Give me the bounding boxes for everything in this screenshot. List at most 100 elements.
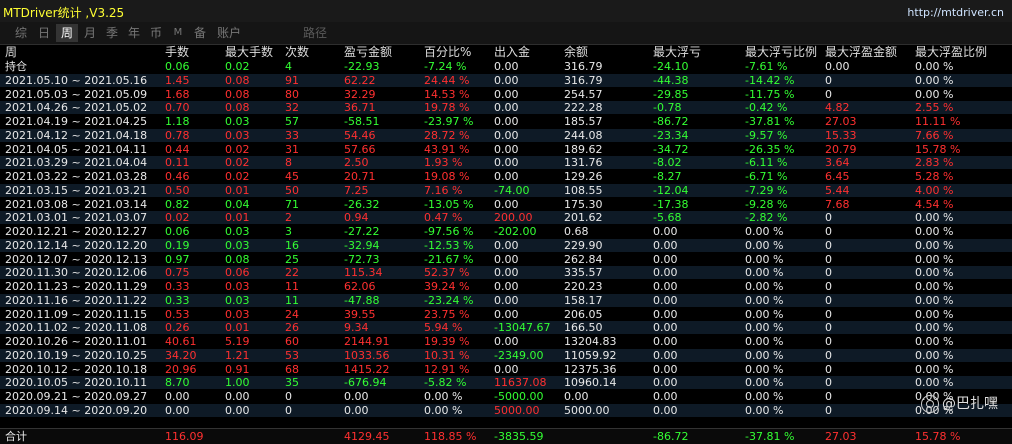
table-row[interactable]: 2020.11.23 ~ 2020.11.29 0.33 0.03 11 62.06 39… xyxy=(0,280,1012,293)
total-cell: 116.09 xyxy=(165,430,204,443)
table-cell: 0.33 xyxy=(165,280,190,293)
table-cell: 2.50 xyxy=(344,156,369,170)
table-row[interactable]: 2020.10.19 ~ 2020.10.25 34.20 1.21 53 1033.5… xyxy=(0,348,1012,362)
table-cell: 0.00 xyxy=(494,293,519,307)
table-row[interactable]: 2021.05.03 ~ 2021.05.09 1.68 0.08 80 32.29 14… xyxy=(0,88,1012,101)
table-row[interactable]: 2020.11.30 ~ 2020.12.06 0.75 0.06 22 115.34 5… xyxy=(0,266,1012,280)
table-cell: 229.90 xyxy=(564,238,603,252)
table-cell: 36.71 xyxy=(344,101,376,115)
table-cell: 0.00 % xyxy=(915,225,954,238)
table-row[interactable]: 2021.03.22 ~ 2021.03.28 0.46 0.02 45 20.71 19… xyxy=(0,170,1012,183)
row-period: 2021.03.15 ~ 2021.03.21 xyxy=(5,183,148,197)
table-cell: 0.47 % xyxy=(424,211,463,225)
col-header-deposit[interactable]: 出入金 xyxy=(494,46,530,59)
col-header-count[interactable]: 次数 xyxy=(285,46,309,59)
table-cell: 0.08 xyxy=(225,73,250,87)
tab-currency[interactable]: 币 xyxy=(145,24,167,42)
table-cell: 71 xyxy=(285,197,299,211)
table-cell: -5000.00 xyxy=(494,390,544,403)
col-header-week[interactable]: 周 xyxy=(5,46,17,59)
table-cell: -29.85 xyxy=(653,87,689,101)
tab-year[interactable]: 年 xyxy=(123,24,145,42)
row-period: 2020.11.23 ~ 2020.11.29 xyxy=(5,280,148,293)
row-period: 2020.10.12 ~ 2020.10.18 xyxy=(5,362,148,376)
table-row[interactable]: 持仓 0.06 0.02 4 -22.93 -7.24 % 0.00 316.79 -24.10… xyxy=(0,60,1012,73)
table-row[interactable]: 2021.03.15 ~ 2021.03.21 0.50 0.01 50 7.25 7.1… xyxy=(0,183,1012,197)
table-cell: -7.29 % xyxy=(745,183,788,197)
table-row[interactable]: 2021.05.10 ~ 2021.05.16 1.45 0.08 91 62.22 24… xyxy=(0,73,1012,87)
table-cell: 0.91 xyxy=(225,362,250,376)
table-cell: 7.66 % xyxy=(915,128,954,142)
col-header-balance[interactable]: 余额 xyxy=(564,46,588,59)
table-cell: 10960.14 xyxy=(564,376,617,390)
table-row[interactable]: 2021.04.12 ~ 2021.04.18 0.78 0.03 33 54.46 28… xyxy=(0,128,1012,142)
tab-month[interactable]: 月 xyxy=(79,24,101,42)
table-cell: 0.00 xyxy=(494,87,519,101)
table-row[interactable]: 2020.11.16 ~ 2020.11.22 0.33 0.03 11 -47.88 -… xyxy=(0,293,1012,307)
table-cell: 16 xyxy=(285,238,299,252)
table-row[interactable]: 2020.09.14 ~ 2020.09.20 0.00 0.00 0 0.00 0.00… xyxy=(0,403,1012,417)
total-cell: -86.72 xyxy=(653,430,689,443)
table-row[interactable]: 2021.04.05 ~ 2021.04.11 0.44 0.02 31 57.66 43… xyxy=(0,143,1012,156)
tab-magic[interactable]: M xyxy=(168,24,188,42)
col-header-max-floating-profit[interactable]: 最大浮盈金额 xyxy=(825,46,897,59)
total-cell: -3835.59 xyxy=(494,430,544,443)
tab-summary[interactable]: 综 xyxy=(10,24,32,42)
table-cell: -23.34 xyxy=(653,128,689,142)
table-row[interactable]: 2020.09.21 ~ 2020.09.27 0.00 0.00 0 0.00 0.00… xyxy=(0,390,1012,403)
table-cell: 0.50 xyxy=(165,183,190,197)
tab-week[interactable]: 周 xyxy=(56,24,78,42)
table-cell: 0.00 xyxy=(653,362,678,376)
tab-day[interactable]: 日 xyxy=(33,24,55,42)
col-header-max-floating-profit-ratio[interactable]: 最大浮盈比例 xyxy=(915,46,987,59)
table-cell: 0 xyxy=(285,403,292,417)
table-cell: 0.08 xyxy=(225,101,250,115)
table-cell: 189.62 xyxy=(564,142,603,156)
table-cell: 0 xyxy=(825,266,832,280)
col-header-pnl[interactable]: 盈亏金额 xyxy=(344,46,392,59)
table-cell: 0.02 xyxy=(225,142,250,156)
table-cell: 34.20 xyxy=(165,348,197,362)
table-cell: 1.18 xyxy=(165,115,190,128)
tab-note[interactable]: 备 xyxy=(189,24,211,42)
col-header-lots[interactable]: 手数 xyxy=(165,46,189,59)
tab-account[interactable]: 账户 xyxy=(212,24,246,42)
table-cell: 50 xyxy=(285,183,299,197)
table-cell: 0.00 xyxy=(564,390,589,403)
table-cell: 262.84 xyxy=(564,252,603,266)
col-header-max-floating-loss[interactable]: 最大浮亏 xyxy=(653,46,701,59)
table-cell: 20.79 xyxy=(825,142,857,156)
table-cell: 0.00 % xyxy=(745,280,784,293)
col-header-max-lots[interactable]: 最大手数 xyxy=(225,46,273,59)
table-row[interactable]: 2020.12.14 ~ 2020.12.20 0.19 0.03 16 -32.94 -… xyxy=(0,238,1012,252)
table-cell: 0.00 xyxy=(653,307,678,321)
table-row[interactable]: 2020.11.09 ~ 2020.11.15 0.53 0.03 24 39.55 23… xyxy=(0,308,1012,321)
table-cell: 5.94 % xyxy=(424,321,463,335)
website-link[interactable]: http://mtdriver.cn xyxy=(907,6,1004,19)
table-row[interactable]: 2020.10.26 ~ 2020.11.01 40.61 5.19 60 2144.9… xyxy=(0,335,1012,348)
table-cell: -97.56 % xyxy=(424,225,474,238)
total-cell: 15.78 % xyxy=(915,430,961,443)
table-row[interactable]: 2020.12.21 ~ 2020.12.27 0.06 0.03 3 -27.22 -9… xyxy=(0,225,1012,238)
table-cell: 0.00 xyxy=(494,60,519,73)
table-row[interactable]: 2020.10.05 ~ 2020.10.11 8.70 1.00 35 -676.94… xyxy=(0,376,1012,390)
tab-path[interactable]: 路径 xyxy=(300,24,330,42)
table-row[interactable]: 2021.04.26 ~ 2021.05.02 0.70 0.08 32 36.71 19… xyxy=(0,101,1012,115)
table-cell: 0 xyxy=(825,225,832,238)
col-header-percent[interactable]: 百分比% xyxy=(424,46,471,59)
table-row[interactable]: 2020.12.07 ~ 2020.12.13 0.97 0.08 25 -72.73 -… xyxy=(0,253,1012,266)
table-row[interactable]: 2020.11.02 ~ 2020.11.08 0.26 0.01 26 9.34 5.9… xyxy=(0,321,1012,335)
tab-quarter[interactable]: 季 xyxy=(101,24,123,42)
table-row[interactable]: 2021.03.08 ~ 2021.03.14 0.82 0.04 71 -26.32 -… xyxy=(0,198,1012,211)
table-row[interactable]: 2020.10.12 ~ 2020.10.18 20.96 0.91 68 1415.2… xyxy=(0,363,1012,376)
table-cell: 11059.92 xyxy=(564,348,617,362)
table-row[interactable]: 2021.03.01 ~ 2021.03.07 0.02 0.01 2 0.94 0.47… xyxy=(0,211,1012,225)
row-period: 2021.05.10 ~ 2021.05.16 xyxy=(5,73,148,87)
col-header-max-floating-loss-ratio[interactable]: 最大浮亏比例 xyxy=(745,46,817,59)
table-row[interactable]: 2021.04.19 ~ 2021.04.25 1.18 0.03 57 -58.51 -… xyxy=(0,115,1012,128)
table-cell: 0.00 % xyxy=(915,362,954,376)
table-cell: -34.72 xyxy=(653,142,689,156)
table-row[interactable]: 2021.03.29 ~ 2021.04.04 0.11 0.02 8 2.50 1.93… xyxy=(0,156,1012,170)
table-cell: 0.00 xyxy=(494,101,519,115)
table-cell: 5000.00 xyxy=(494,403,540,417)
